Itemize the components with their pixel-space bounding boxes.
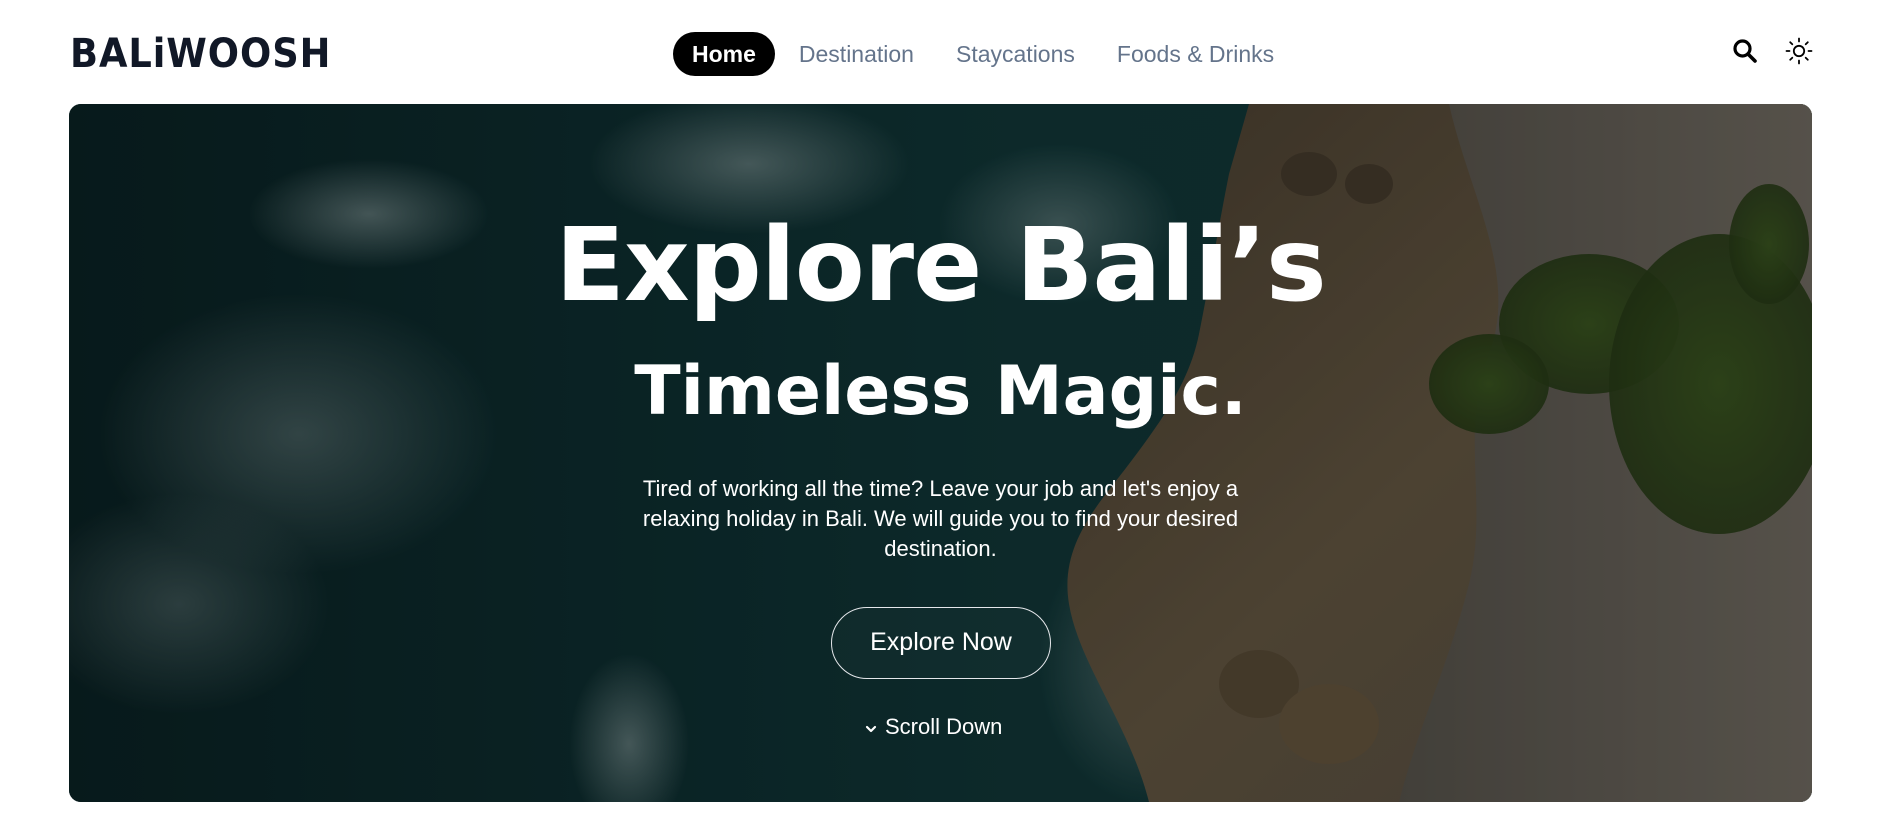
hero-subtitle: Timeless Magic. bbox=[634, 352, 1247, 431]
scroll-down-label: Scroll Down bbox=[885, 714, 1003, 739]
site-header: BALiWOOSH Home Destination Staycations F… bbox=[0, 0, 1882, 104]
sun-icon[interactable] bbox=[1784, 36, 1814, 66]
search-icon[interactable] bbox=[1730, 36, 1760, 66]
hero-section: Explore Bali’s Timeless Magic. Tired of … bbox=[69, 104, 1812, 802]
main-nav: Home Destination Staycations Foods & Dri… bbox=[673, 32, 1295, 76]
nav-item-home[interactable]: Home bbox=[673, 32, 775, 76]
hero-description: Tired of working all the time? Leave you… bbox=[642, 476, 1239, 561]
brand-logo[interactable]: BALiWOOSH bbox=[70, 30, 331, 78]
header-actions bbox=[1730, 36, 1814, 66]
nav-item-staycations[interactable]: Staycations bbox=[935, 32, 1096, 76]
nav-item-destination[interactable]: Destination bbox=[778, 32, 935, 76]
explore-now-button[interactable]: Explore Now bbox=[831, 607, 1051, 679]
chevron-down-icon bbox=[865, 714, 877, 740]
hero-title: Explore Bali’s bbox=[555, 206, 1326, 325]
nav-item-foods-drinks[interactable]: Foods & Drinks bbox=[1096, 32, 1295, 76]
scroll-down-link[interactable]: Scroll Down bbox=[865, 714, 1002, 740]
hero-content: Explore Bali’s Timeless Magic. Tired of … bbox=[69, 104, 1812, 802]
